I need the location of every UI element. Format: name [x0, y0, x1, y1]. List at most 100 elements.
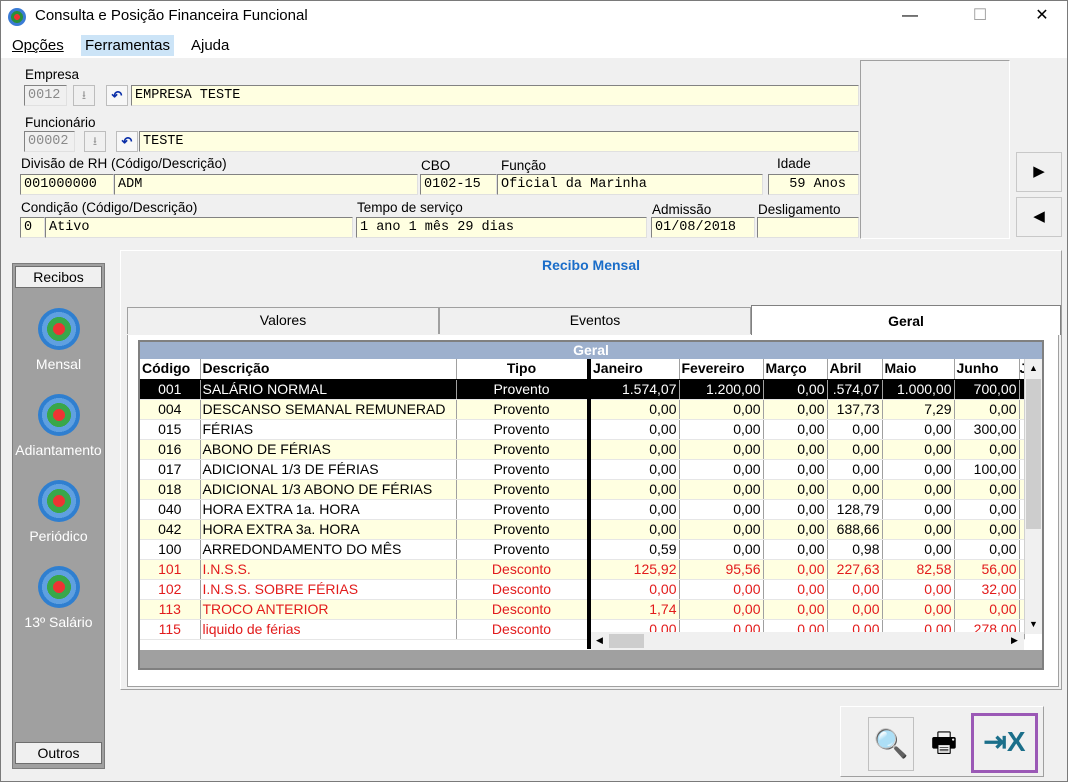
data-grid[interactable]: Geral Código Descrição Tipo 001 SALÁRIO N… — [138, 340, 1044, 670]
table-cell: 0,00 — [763, 399, 828, 420]
table-cell: Provento — [456, 519, 588, 540]
sidebar-item-adiantamento[interactable]: Adiantamento — [13, 394, 104, 458]
funcionario-name-field[interactable]: TESTE — [139, 131, 859, 152]
table-row[interactable]: 004 DESCANSO SEMANAL REMUNERAD Provento — [140, 399, 588, 420]
table-cell: 0,00 — [679, 499, 764, 520]
col-janeiro[interactable]: Janeiro — [591, 359, 680, 380]
table-row[interactable]: 0,00 0,00 0,00 0,00 0,00 100,00 — [591, 459, 1025, 480]
admissao-label: Admissão — [652, 202, 712, 217]
col-descricao[interactable]: Descrição — [200, 359, 457, 380]
table-row[interactable]: 0,00 0,00 0,00 0,00 0,00 32,00 — [591, 579, 1025, 600]
next-arrow-icon[interactable]: ▶ — [1016, 152, 1062, 192]
col-junho[interactable]: Junho — [954, 359, 1020, 380]
close-button[interactable]: ✕ — [1019, 1, 1065, 32]
scroll-left-icon[interactable]: ◀ — [596, 635, 603, 646]
table-row[interactable]: 0,00 0,00 0,00 0,00 0,00 0,00 — [591, 439, 1025, 460]
undo-icon[interactable]: ↶ — [106, 85, 128, 106]
table-row[interactable]: 115 liquido de férias Desconto — [140, 619, 588, 640]
table-cell: DESCANSO SEMANAL REMUNERAD — [200, 399, 457, 420]
table-row[interactable]: 001 SALÁRIO NORMAL Provento — [140, 379, 588, 400]
table-row[interactable]: 016 ABONO DE FÉRIAS Provento — [140, 439, 588, 460]
scroll-down-icon[interactable]: ▼ — [1029, 619, 1038, 629]
sidebar-item-periodico[interactable]: Periódico — [13, 480, 104, 544]
table-cell: TROCO ANTERIOR — [200, 599, 457, 620]
table-row[interactable]: 125,92 95,56 0,00 227,63 82,58 56,00 — [591, 559, 1025, 580]
table-cell: 0,00 — [954, 599, 1020, 620]
table-row[interactable]: 102 I.N.S.S. SOBRE FÉRIAS Desconto — [140, 579, 588, 600]
table-row[interactable]: 040 HORA EXTRA 1a. HORA Provento — [140, 499, 588, 520]
vertical-scrollbar[interactable]: ▲ ▼ — [1024, 359, 1042, 634]
table-cell: 1.000,00 — [882, 379, 955, 400]
sidebar-item-13-salario[interactable]: 13º Salário — [13, 566, 104, 630]
desligamento-field — [757, 217, 859, 238]
table-cell: 0,00 — [679, 539, 764, 560]
table-cell: 018 — [140, 479, 201, 500]
table-cell: 700,00 — [954, 379, 1020, 400]
table-row[interactable]: 017 ADICIONAL 1/3 DE FÉRIAS Provento — [140, 459, 588, 480]
col-abril[interactable]: Abril — [827, 359, 883, 380]
table-row[interactable]: 042 HORA EXTRA 3a. HORA Provento — [140, 519, 588, 540]
table-row[interactable]: 101 I.N.S.S. Desconto — [140, 559, 588, 580]
col-maio[interactable]: Maio — [882, 359, 955, 380]
scroll-thumb[interactable] — [609, 634, 644, 648]
horizontal-scrollbar[interactable]: ◀ ▶ — [591, 632, 1024, 650]
menu-ferramentas[interactable]: Ferramentas — [81, 35, 175, 56]
table-cell: 0,00 — [827, 579, 883, 600]
col-codigo[interactable]: Código — [140, 359, 201, 380]
export-excel-icon[interactable]: ⇥X — [971, 713, 1038, 773]
preview-magnifier-icon[interactable]: 🔍 — [868, 717, 914, 771]
table-row[interactable]: 0,59 0,00 0,00 0,98 0,00 0,00 — [591, 539, 1025, 560]
receipt-icon — [37, 308, 80, 350]
table-row[interactable]: 0,00 0,00 0,00 137,73 7,29 0,00 — [591, 399, 1025, 420]
table-row[interactable]: 0,00 0,00 0,00 688,66 0,00 0,00 — [591, 519, 1025, 540]
table-cell: 0,00 — [954, 479, 1020, 500]
table-cell: 0,00 — [679, 519, 764, 540]
table-row[interactable]: 1.574,07 1.200,00 0,00.574,07 1.000,00 700,0… — [591, 379, 1025, 400]
scroll-right-icon[interactable]: ▶ — [1011, 635, 1018, 646]
table-cell: 001 — [140, 379, 201, 400]
tab-valores[interactable]: Valores — [127, 307, 439, 334]
empresa-code-field[interactable]: 0012 — [24, 85, 67, 106]
receipt-panel: Recibo Mensal Valores Eventos Geral Gera… — [120, 250, 1062, 690]
minimize-button[interactable]: — — [887, 1, 933, 32]
table-row[interactable]: 0,00 0,00 0,00 0,00 0,00 0,00 — [591, 479, 1025, 500]
tab-eventos[interactable]: Eventos — [439, 307, 751, 334]
download-icon[interactable]: ⭳ — [84, 131, 106, 152]
table-row[interactable]: 015 FÉRIAS Provento — [140, 419, 588, 440]
undo-icon[interactable]: ↶ — [116, 131, 138, 152]
table-cell: 1.574,07 — [591, 379, 680, 400]
funcionario-code-field[interactable]: 00002 — [24, 131, 75, 152]
scroll-thumb[interactable] — [1026, 379, 1041, 529]
printer-icon[interactable]: 🖶 — [921, 717, 967, 771]
table-cell: Provento — [456, 439, 588, 460]
download-icon[interactable]: ⭳ — [73, 85, 95, 106]
table-row[interactable]: 018 ADICIONAL 1/3 ABONO DE FÉRIAS Provento — [140, 479, 588, 500]
sidebar-item-mensal[interactable]: Mensal — [13, 308, 104, 372]
scroll-up-icon[interactable]: ▲ — [1029, 363, 1038, 373]
tab-geral[interactable]: Geral — [751, 305, 1061, 335]
col-tipo[interactable]: Tipo — [456, 359, 588, 380]
app-icon — [8, 8, 26, 26]
months-table: Janeiro Fevereiro Março Abril Maio Junho… — [591, 359, 1025, 640]
empresa-name-field[interactable]: EMPRESA TESTE — [131, 85, 859, 106]
col-fevereiro[interactable]: Fevereiro — [679, 359, 764, 380]
prev-arrow-icon[interactable]: ◀ — [1016, 197, 1062, 237]
col-marco[interactable]: Março — [763, 359, 828, 380]
maximize-button[interactable]: ☐ — [957, 1, 1003, 32]
table-cell: 300,00 — [954, 419, 1020, 440]
table-row[interactable]: 113 TROCO ANTERIOR Desconto — [140, 599, 588, 620]
table-cell: 0,00 — [763, 519, 828, 540]
sidebar-footer-outros[interactable]: Outros — [15, 742, 102, 764]
table-row[interactable]: 0,00 0,00 0,00 128,79 0,00 0,00 — [591, 499, 1025, 520]
table-cell: 0,00 — [827, 439, 883, 460]
menu-opcoes[interactable]: Opções — [12, 37, 64, 54]
menu-ajuda[interactable]: Ajuda — [191, 37, 229, 54]
table-cell: FÉRIAS — [200, 419, 457, 440]
table-cell: Provento — [456, 379, 588, 400]
table-cell: 0,00 — [882, 539, 955, 560]
table-row[interactable]: 0,00 0,00 0,00 0,00 0,00 300,00 — [591, 419, 1025, 440]
table-cell: 7,29 — [882, 399, 955, 420]
table-row[interactable]: 1,74 0,00 0,00 0,00 0,00 0,00 — [591, 599, 1025, 620]
condicao-label: Condição (Código/Descrição) — [21, 200, 198, 215]
table-row[interactable]: 100 ARREDONDAMENTO DO MÊS Provento — [140, 539, 588, 560]
